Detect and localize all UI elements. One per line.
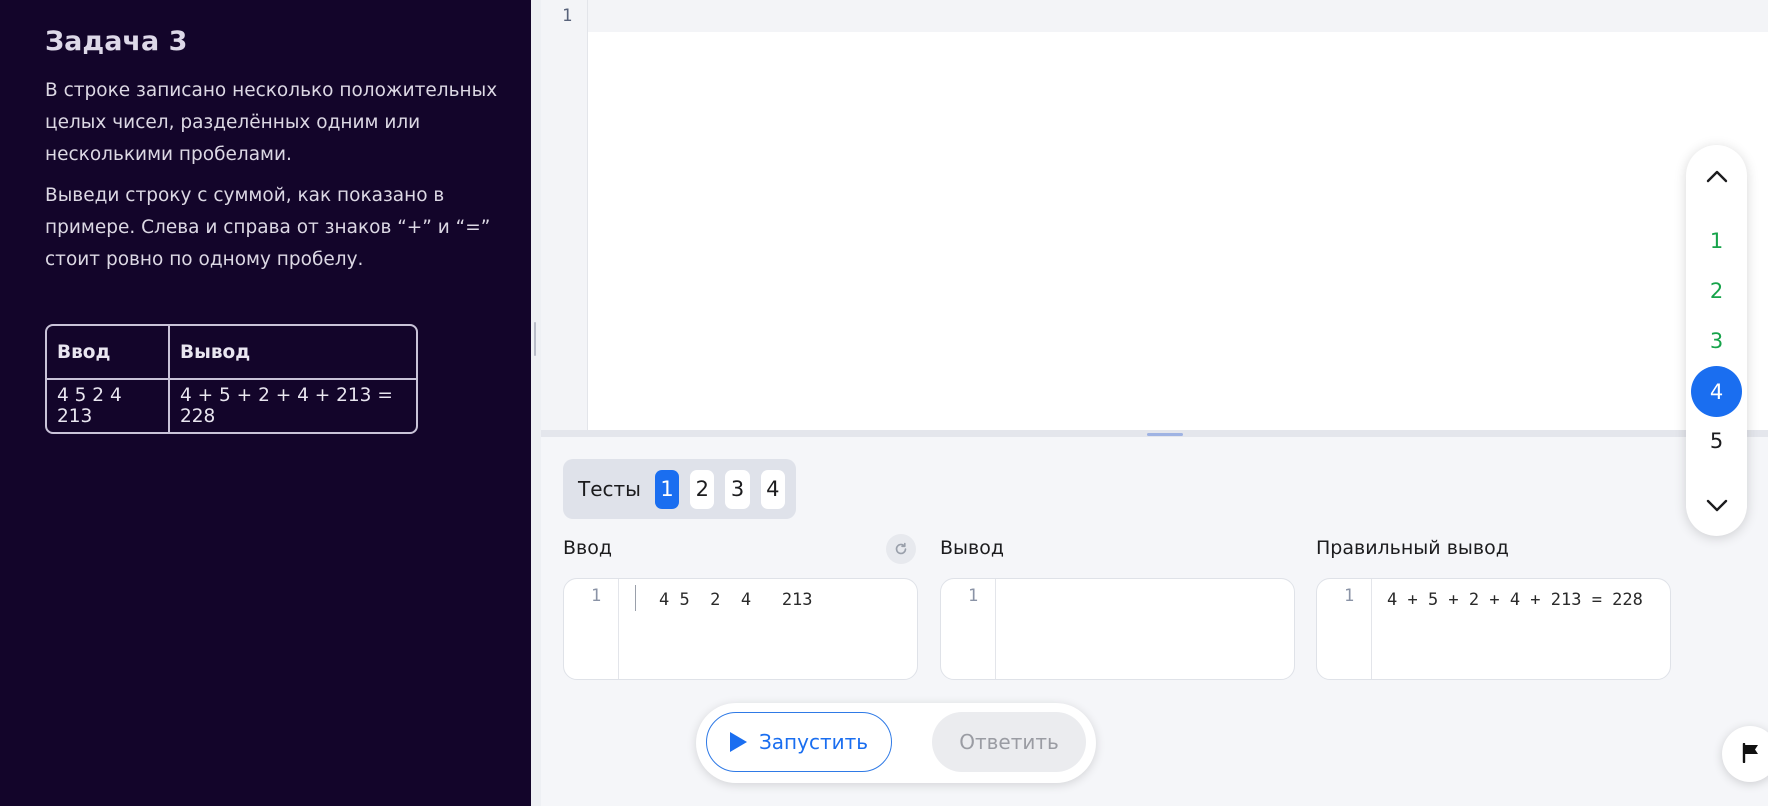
task-paragraph: В строке записано несколько положительны… <box>45 80 498 165</box>
input-field[interactable]: 1 4 5 2 4 213 <box>563 578 918 680</box>
example-header-output: Вывод <box>170 326 416 380</box>
test-tab-1[interactable]: 1 <box>654 469 680 509</box>
expected-output-value: 4 + 5 + 2 + 4 + 213 = 228 <box>1387 590 1643 610</box>
tests-bar: Тесты 1 2 3 4 <box>563 459 796 519</box>
splitter-grip[interactable] <box>534 322 536 356</box>
input-value[interactable]: 4 5 2 4 213 <box>659 585 903 616</box>
example-input-cell: 4 5 2 4 213 <box>47 380 170 432</box>
expected-output-field: 1 4 + 5 + 2 + 4 + 213 = 228 <box>1316 578 1671 680</box>
editor-gutter <box>541 0 588 430</box>
test-tab-4[interactable]: 4 <box>760 469 785 509</box>
flag-icon <box>1742 743 1758 763</box>
editor-active-line[interactable] <box>588 0 1768 32</box>
task-paragraph: Выведи строку с суммой, как показано в п… <box>45 185 491 270</box>
input-indent-guide <box>635 585 636 611</box>
task-nav-2[interactable]: 2 <box>1691 265 1742 316</box>
task-nav-3[interactable]: 3 <box>1691 315 1742 366</box>
action-bar: Запустить Ответить <box>696 703 1096 783</box>
splitter-grip[interactable] <box>1147 433 1183 436</box>
example-output-cell: 4 + 5 + 2 + 4 + 213 = 228 <box>180 385 393 427</box>
task-nav-4[interactable]: 4 <box>1691 366 1742 417</box>
test-panel: Тесты 1 2 3 4 Ввод Вывод Правильный выво… <box>541 437 1768 806</box>
example-header-input: Ввод <box>47 326 170 380</box>
input-label: Ввод <box>563 537 612 559</box>
editor-line-number: 1 <box>562 6 573 26</box>
run-button-label: Запустить <box>758 730 869 754</box>
tests-label: Тесты <box>578 477 641 501</box>
play-icon <box>729 732 747 752</box>
task-panel: Задача 3 В строке записано несколько пол… <box>0 0 531 806</box>
task-nav-1[interactable]: 1 <box>1691 215 1742 266</box>
output-field: 1 <box>940 578 1295 680</box>
output-line-number: 1 <box>968 586 979 606</box>
reset-icon[interactable] <box>886 534 916 564</box>
horizontal-splitter[interactable] <box>541 430 1768 437</box>
test-tab-2[interactable]: 2 <box>690 469 715 509</box>
task-navigator: 1 2 3 4 5 <box>1686 145 1747 536</box>
vertical-splitter[interactable] <box>531 0 541 806</box>
answer-button[interactable]: Ответить <box>932 712 1086 772</box>
chevron-down-icon[interactable] <box>1704 493 1729 518</box>
expected-line-number: 1 <box>1344 586 1355 606</box>
output-label: Вывод <box>940 537 1004 559</box>
task-title: Задача 3 <box>45 26 188 57</box>
code-editor[interactable]: 1 <box>541 0 1768 430</box>
test-tab-3[interactable]: 3 <box>725 469 750 509</box>
run-button[interactable]: Запустить <box>706 712 892 772</box>
input-line-number: 1 <box>591 586 602 606</box>
example-table: Ввод Вывод 4 5 2 4 213 4 + 5 + 2 + 4 + 2… <box>45 324 418 434</box>
expected-output-label: Правильный вывод <box>1316 537 1509 559</box>
chevron-up-icon[interactable] <box>1704 163 1729 188</box>
task-nav-5[interactable]: 5 <box>1691 415 1742 466</box>
